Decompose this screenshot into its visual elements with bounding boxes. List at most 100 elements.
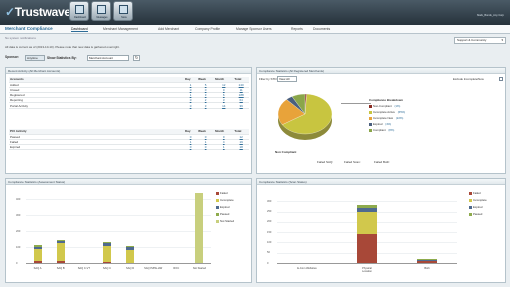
bar-incomplete[interactable] bbox=[56, 243, 65, 262]
legend-item[interactable]: Passed bbox=[469, 212, 482, 216]
tab-add-merchant[interactable]: Add Merchant bbox=[158, 27, 179, 31]
count-link[interactable]: 0 bbox=[197, 144, 215, 151]
cart-icon bbox=[119, 5, 128, 14]
count-link[interactable]: 14 bbox=[214, 102, 234, 109]
x-tick-label: ROC bbox=[173, 267, 180, 270]
count-link[interactable]: 0 bbox=[184, 144, 198, 151]
legend-item[interactable]: Incomplete New (22%) bbox=[369, 116, 403, 120]
tab-company-profile[interactable]: Company Profile bbox=[195, 27, 220, 31]
dashboard-icon-button[interactable]: Dashboard bbox=[69, 1, 89, 21]
assessment-status-panel: Compliance Statistics (Assessment Status… bbox=[5, 178, 252, 283]
notifications-text: No system notifications bbox=[5, 36, 36, 40]
failed-saq[interactable]: Failed SAQ: bbox=[317, 160, 333, 164]
legend-item[interactable]: Compliant (8%) bbox=[369, 128, 394, 132]
failed-both[interactable]: Failed Both: bbox=[374, 160, 390, 164]
y-tick-label: 250 bbox=[267, 210, 272, 214]
count-link[interactable]: 18 bbox=[233, 144, 249, 151]
bar-passed[interactable] bbox=[126, 245, 135, 248]
bar-passed[interactable] bbox=[417, 259, 437, 260]
count-link[interactable]: 1 bbox=[214, 144, 234, 151]
bar-not-started[interactable] bbox=[195, 192, 204, 263]
tab-manage-sponsor-users[interactable]: Manage Sponsor Users bbox=[236, 27, 272, 31]
legend-item[interactable]: Not Started bbox=[216, 219, 234, 223]
x-tick-label: Not Started bbox=[192, 267, 206, 270]
bar-passed[interactable] bbox=[102, 241, 111, 244]
legend-item[interactable]: Failed bbox=[469, 191, 481, 195]
bar-incomplete[interactable] bbox=[417, 260, 437, 261]
bar-expired[interactable] bbox=[357, 207, 377, 212]
x-tick-label: Both bbox=[424, 267, 430, 270]
bar-expired[interactable] bbox=[56, 241, 65, 244]
legend-item[interactable]: Expired bbox=[469, 205, 482, 209]
bar-incomplete[interactable] bbox=[33, 248, 42, 262]
exclude-incomplete-checkbox[interactable] bbox=[499, 77, 503, 81]
bar-incomplete[interactable] bbox=[126, 249, 135, 263]
app-header: ✓Trustwave Dashboard Messages Store Mark… bbox=[0, 0, 510, 25]
store-icon-button[interactable]: Store bbox=[113, 1, 133, 21]
tab-merchant-management[interactable]: Merchant Management bbox=[103, 27, 138, 31]
bar-incomplete[interactable] bbox=[357, 211, 377, 235]
show-statistics-label: Show Statistics By: bbox=[47, 56, 77, 60]
legend-swatch bbox=[469, 198, 472, 202]
statistics-by-select[interactable]: Merchant Account bbox=[87, 55, 129, 61]
legend-item[interactable]: Non-Compliant (1%) bbox=[369, 104, 400, 108]
user-name[interactable]: Mark_Bonds_Any Corp bbox=[477, 14, 504, 17]
bar-expired[interactable] bbox=[102, 243, 111, 246]
bar-expired[interactable] bbox=[126, 247, 135, 250]
legend-item[interactable]: Incomplete bbox=[469, 198, 487, 202]
tab-documents[interactable]: Documents bbox=[313, 27, 330, 31]
legend-item[interactable]: Passed bbox=[216, 212, 229, 216]
count-link[interactable]: 3 bbox=[197, 102, 215, 109]
assessment-bar-chart: 0 100 200 300 400 SAQ A SAQ B SAQ C-VT SAQ C SAQ … bbox=[6, 185, 253, 283]
sponsor-label: Sponsor: bbox=[5, 55, 19, 59]
gridline bbox=[26, 199, 211, 200]
legend-swatch bbox=[369, 116, 372, 120]
row-label: Portal Activity bbox=[9, 102, 184, 109]
scan-bar-chart: 0 50 100 150 200 250 300 E-Com Websites Physical… bbox=[257, 185, 507, 283]
y-tick-label: 200 bbox=[16, 229, 21, 233]
count-link[interactable]: 39 bbox=[233, 102, 249, 109]
count-link[interactable]: 0 bbox=[184, 102, 198, 109]
trustwave-logo: ✓Trustwave bbox=[5, 5, 71, 19]
legend-swatch bbox=[369, 128, 372, 132]
legend-item[interactable]: Expired bbox=[216, 205, 229, 209]
legend-swatch bbox=[469, 191, 472, 195]
bar-expired[interactable] bbox=[33, 247, 42, 249]
refresh-icon[interactable]: ↻ bbox=[133, 55, 140, 61]
legend-item[interactable]: Expired (4%) bbox=[369, 122, 391, 126]
legend-swatch bbox=[216, 205, 219, 209]
legend-swatch bbox=[469, 212, 472, 216]
recent-activity-panel: Recent Activity (All Merchant Accounts) … bbox=[5, 67, 252, 174]
y-tick-label: 0 bbox=[267, 261, 269, 265]
recent-activity-title: Recent Activity (All Merchant Accounts) bbox=[6, 68, 251, 74]
bar-incomplete[interactable] bbox=[102, 245, 111, 262]
dashboard-icon bbox=[75, 5, 84, 14]
bar-passed[interactable] bbox=[33, 245, 42, 247]
x-tick-label: SAQ C bbox=[102, 267, 111, 270]
bar-passed[interactable] bbox=[56, 239, 65, 242]
envelope-icon bbox=[97, 5, 106, 14]
failed-scan[interactable]: Failed Scan: bbox=[344, 160, 361, 164]
x-tick-label: SAQ D bbox=[126, 267, 135, 270]
sponsor-select[interactable]: Anytime bbox=[25, 55, 45, 61]
sponsor-row: Sponsor: bbox=[5, 55, 19, 59]
legend-item[interactable]: Incomplete Active (65%) bbox=[369, 110, 405, 114]
legend-title: Compliance Breakdown bbox=[369, 98, 404, 102]
legend-item[interactable]: Failed bbox=[216, 191, 228, 195]
y-tick-label: 150 bbox=[267, 230, 272, 234]
legend-swatch bbox=[216, 219, 219, 223]
y-tick-label: 300 bbox=[16, 213, 21, 217]
tab-reports[interactable]: Reports bbox=[291, 27, 303, 31]
x-tick-label: SAQ P2PE-HW bbox=[144, 267, 163, 270]
filter-select[interactable]: View All bbox=[277, 76, 297, 82]
bar-failed[interactable] bbox=[357, 234, 377, 263]
bar-passed[interactable] bbox=[357, 205, 377, 208]
legend-item[interactable]: Incomplete bbox=[216, 198, 234, 202]
y-tick-label: 0 bbox=[16, 261, 18, 265]
messages-icon-button[interactable]: Messages bbox=[91, 1, 111, 21]
support-dropdown[interactable]: Support & Community ▾ bbox=[454, 37, 506, 44]
non-compliant-label: Non Compliant bbox=[275, 150, 297, 154]
x-axis bbox=[277, 263, 457, 264]
tab-dashboard[interactable]: Dashboard bbox=[71, 27, 88, 32]
scan-status-panel: Compliance Statistics (Scan Status) 0 50 1… bbox=[256, 178, 506, 283]
